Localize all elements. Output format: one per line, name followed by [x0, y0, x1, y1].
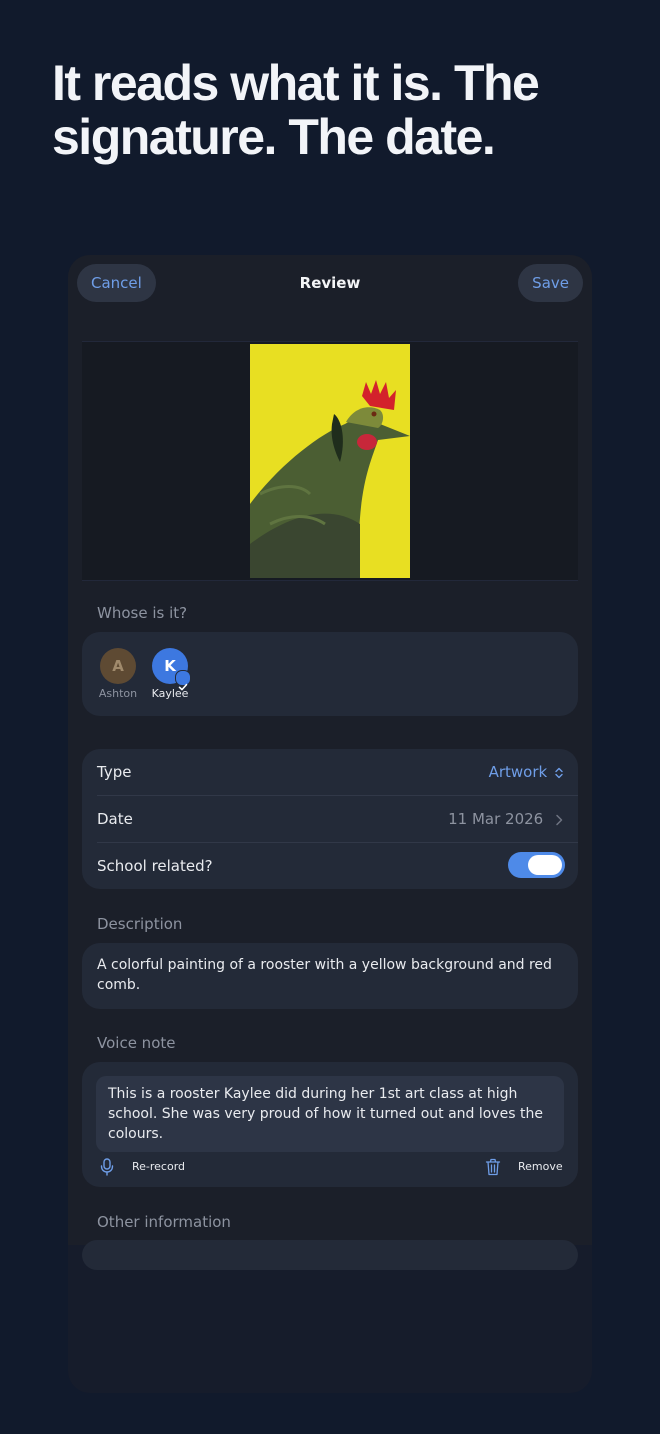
other-section-label: Other information: [97, 1213, 231, 1231]
artwork-photo[interactable]: [250, 344, 410, 578]
voice-note-transcript-box[interactable]: This is a rooster Kaylee did during her …: [96, 1076, 564, 1152]
chevron-right-icon: [556, 814, 563, 825]
review-screen: Cancel Review Save Whose is it? A Ashton…: [68, 255, 592, 1270]
description-card[interactable]: A colorful painting of a rooster with a …: [82, 943, 578, 1009]
avatar-kaylee[interactable]: K: [152, 648, 191, 691]
voice-note-section-label: Voice note: [97, 1034, 176, 1052]
avatar-name-ashton: Ashton: [98, 687, 138, 700]
school-toggle[interactable]: [508, 852, 565, 878]
type-row[interactable]: Type Artwork: [82, 749, 578, 795]
type-label: Type: [97, 763, 132, 781]
microphone-icon[interactable]: [100, 1158, 114, 1176]
avatar-ashton[interactable]: A: [100, 648, 136, 684]
school-row: School related?: [82, 843, 578, 889]
voice-note-transcript: This is a rooster Kaylee did during her …: [108, 1086, 543, 1142]
toggle-knob: [528, 855, 562, 875]
type-value-text: Artwork: [488, 763, 548, 781]
details-card: Type Artwork Date 11 Mar 2026 School rel…: [82, 749, 578, 889]
school-label: School related?: [97, 857, 213, 875]
date-value-text: 11 Mar 2026: [448, 810, 544, 828]
trash-icon[interactable]: [485, 1158, 501, 1176]
description-text[interactable]: A colorful painting of a rooster with a …: [97, 955, 557, 995]
type-value: Artwork: [489, 763, 564, 781]
remove-button[interactable]: Remove: [518, 1160, 563, 1173]
other-card[interactable]: [82, 1240, 578, 1270]
voice-note-card: This is a rooster Kaylee did during her …: [82, 1062, 578, 1187]
checkmark-icon: [175, 670, 191, 691]
chevron-up-down-icon: [555, 767, 563, 778]
rerecord-button[interactable]: Re-record: [132, 1160, 185, 1173]
owner-card: A Ashton K Kaylee: [82, 632, 578, 716]
save-button[interactable]: Save: [518, 264, 583, 302]
headline: It reads what it is. The signature. The …: [52, 55, 540, 165]
date-value: 11 Mar 2026: [448, 810, 564, 828]
description-section-label: Description: [97, 915, 183, 933]
avatar-initial: A: [112, 657, 124, 675]
avatar-name-kaylee: Kaylee: [151, 687, 189, 700]
avatar-initial: K: [164, 657, 176, 675]
owner-section-label: Whose is it?: [97, 604, 188, 622]
date-label: Date: [97, 810, 133, 828]
page-title: Review: [299, 274, 361, 292]
phone-frame: Cancel Review Save Whose is it? A Ashton…: [68, 255, 592, 1393]
date-row[interactable]: Date 11 Mar 2026: [82, 796, 578, 842]
rooster-painting: [250, 344, 410, 578]
